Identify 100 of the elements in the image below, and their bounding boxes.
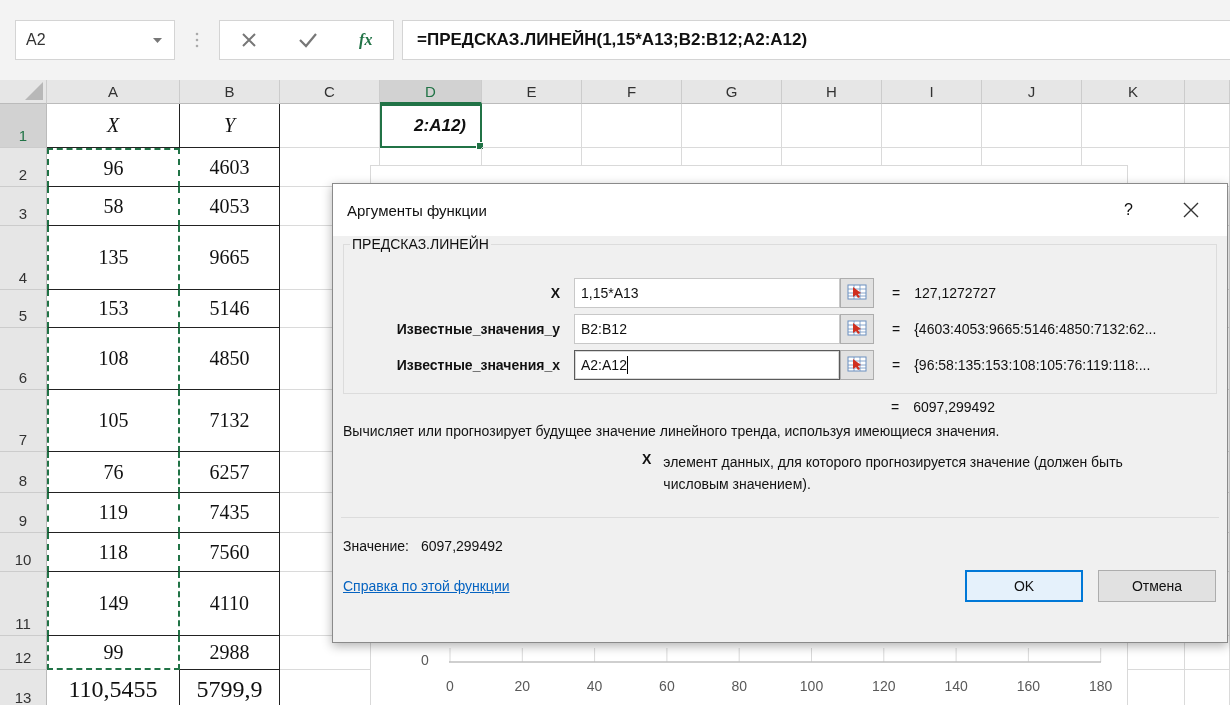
argument-result: {4603:4053:9665:5146:4850:7132:62... [914, 321, 1157, 337]
table-cell: 4053 [180, 187, 280, 226]
argument-description: элемент данных, для которого прогнозируется значение (должен быть числовым значением). [663, 453, 1124, 494]
range-picker-icon[interactable] [840, 314, 874, 344]
argument-label: Известные_значения_x [395, 357, 560, 373]
column-header[interactable]: K [1082, 80, 1185, 104]
row-header[interactable]: 10 [0, 533, 47, 572]
cell-reference: A2 [26, 31, 46, 49]
cancel-icon[interactable] [240, 32, 257, 48]
row-header[interactable]: 13 [0, 670, 47, 705]
table-cell: 119 [47, 493, 180, 533]
value-text: 6097,299492 [421, 538, 503, 554]
dialog-button[interactable]: OK [965, 570, 1083, 602]
table-cell: 7132 [180, 390, 280, 452]
argument-field[interactable]: B2:B12 [574, 314, 840, 344]
row-header[interactable]: 4 [0, 226, 47, 290]
argument-field[interactable]: A2:A12 [574, 350, 840, 380]
row-header[interactable]: 1 [0, 104, 47, 148]
column-header[interactable]: G [682, 80, 782, 104]
axis-tick-label: 120 [872, 678, 896, 694]
table-cell: 58 [47, 187, 180, 226]
axis-tick-label: 100 [799, 678, 824, 694]
table-cell: 96 [47, 148, 180, 187]
row-header[interactable]: 6 [0, 328, 47, 390]
argument-result: 127,1272727 [914, 285, 996, 301]
table-cell: Y [180, 104, 280, 148]
column-header[interactable]: A [47, 80, 180, 104]
active-cell[interactable]: 2:A12) [380, 104, 482, 148]
table-cell: 7435 [180, 493, 280, 533]
column-header[interactable]: E [482, 80, 582, 104]
row-header[interactable]: 3 [0, 187, 47, 226]
table-cell: X [47, 104, 180, 148]
column-header[interactable]: H [782, 80, 882, 104]
table-cell: 9665 [180, 226, 280, 290]
row-header[interactable]: 5 [0, 290, 47, 328]
axis-tick-label: 180 [1089, 678, 1113, 694]
column-header[interactable]: J [982, 80, 1082, 104]
check-icon[interactable] [297, 32, 318, 48]
argument-name: X [642, 451, 652, 469]
dialog-button[interactable]: Отмена [1098, 570, 1216, 602]
argument-field[interactable]: 1,15*A13 [574, 278, 840, 308]
table-cell: 99 [47, 636, 180, 670]
table-cell: 135 [47, 226, 180, 290]
table-cell: 7560 [180, 533, 280, 572]
row-header[interactable]: 2 [0, 148, 47, 187]
table-cell: 4603 [180, 148, 280, 187]
insert-function-button[interactable]: fx [359, 31, 373, 49]
column-header[interactable]: I [882, 80, 982, 104]
table-cell: 4850 [180, 328, 280, 390]
range-picker-icon[interactable] [840, 278, 874, 308]
help-button[interactable]: ? [1124, 201, 1133, 219]
table-cell: 108 [47, 328, 180, 390]
value-label: Значение: [343, 538, 409, 554]
column-header[interactable]: C [280, 80, 380, 104]
help-link[interactable]: Справка по этой функции [343, 578, 950, 594]
column-header[interactable]: F [582, 80, 682, 104]
axis-tick-label: 80 [731, 678, 747, 694]
axis-tick-label: 40 [586, 678, 603, 694]
table-cell: 2988 [180, 636, 280, 670]
table-cell: 4110 [180, 572, 280, 636]
table-cell: 105 [47, 390, 180, 452]
argument-result: {96:58:135:153:108:105:76:119:118:... [914, 357, 1151, 373]
column-header[interactable]: B [180, 80, 280, 104]
function-name: ПРЕДСКАЗ.ЛИНЕЙН [350, 236, 491, 252]
equals-sign: = [892, 285, 901, 301]
table-cell: 6257 [180, 452, 280, 493]
equals-sign: = [892, 321, 901, 337]
axis-tick-label: 140 [944, 678, 968, 694]
close-icon[interactable] [1183, 202, 1199, 218]
table-cell: 5146 [180, 290, 280, 328]
dialog-title: Аргументы функции [347, 201, 488, 219]
axis-tick-label: 60 [659, 678, 675, 694]
column-header[interactable]: D [380, 80, 482, 104]
table-cell: 153 [47, 290, 180, 328]
name-box[interactable]: A2 [15, 20, 175, 60]
table-cell: 5799,9 [180, 670, 280, 705]
row-header[interactable]: 12 [0, 636, 47, 670]
table-cell: 110,5455 [47, 670, 180, 705]
row-header[interactable]: 8 [0, 452, 47, 493]
axis-tick-label: 160 [1016, 678, 1041, 694]
range-picker-icon[interactable] [840, 350, 874, 380]
equals-sign: = [892, 357, 901, 373]
row-header[interactable]: 9 [0, 493, 47, 533]
row-header[interactable]: 7 [0, 390, 47, 452]
axis-tick-label: 0 [421, 652, 429, 668]
function-description: Вычисляет или прогнозирует будущее значение линейного тренда, используя имеющиеся значения. [343, 423, 1001, 439]
table-cell: 118 [47, 533, 180, 572]
corner-triangle-icon [25, 82, 43, 100]
table-cell: 149 [47, 572, 180, 636]
axis-tick-label: 20 [514, 678, 531, 694]
row-header[interactable]: 11 [0, 572, 47, 636]
formula-result: 6097,299492 [913, 399, 995, 415]
grip-icon [195, 31, 199, 49]
argument-label: Известные_значения_y [395, 321, 560, 337]
axis-tick-label: 0 [446, 678, 454, 694]
dropdown-caret-icon[interactable] [153, 37, 162, 43]
formula-field[interactable]: =ПРЕДСКАЗ.ЛИНЕЙН(1,15*A13;B2:B12;A2:A12) [402, 20, 1230, 60]
equals-sign: = [891, 399, 900, 415]
table-cell: 76 [47, 452, 180, 493]
argument-label: X [549, 285, 560, 301]
